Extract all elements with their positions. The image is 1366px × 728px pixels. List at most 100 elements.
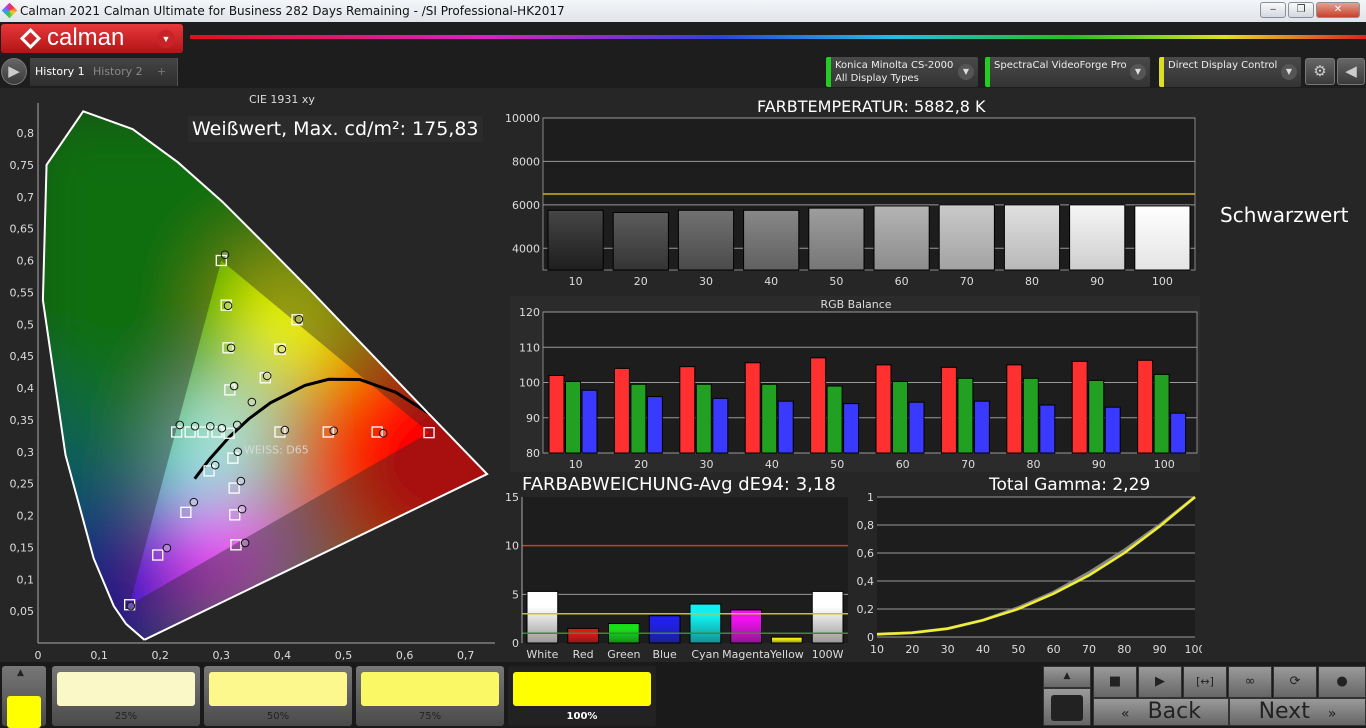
fit-icon[interactable]: [↔]	[1183, 666, 1227, 698]
swatch	[57, 672, 195, 706]
x-tick-label: 80	[1025, 275, 1039, 288]
x-tick-label: 10	[569, 275, 583, 288]
tab-history-2[interactable]: History 2	[88, 58, 149, 86]
x-tick-label: 0,3	[213, 649, 231, 662]
collapse-up-icon[interactable]: ▲	[1043, 666, 1091, 688]
swatch	[209, 672, 347, 706]
chevron-down-icon[interactable]: ▼	[157, 30, 175, 48]
rgb-balance-chart: RGB Balance 80 90 100 110 120 10 20 30 40 50 60 70 80…	[510, 296, 1200, 472]
rgb-bar	[1170, 412, 1187, 454]
chevron-down-icon[interactable]: ▼	[1281, 64, 1297, 80]
y-tick-label: 0,5	[17, 318, 35, 331]
rgb-bar	[744, 362, 761, 454]
black-level-label: Schwarzwert	[1220, 203, 1349, 227]
app-icon	[1, 2, 18, 19]
color-temperature-title: FARBTEMPERATUR: 5882,8 K	[753, 97, 990, 116]
play-icon[interactable]: ▶	[1138, 666, 1182, 698]
chevron-down-icon[interactable]: ▼	[958, 64, 974, 80]
patch-label: 100%	[566, 711, 598, 722]
rainbow-bar	[190, 35, 1366, 39]
logo-text: calman	[47, 24, 125, 51]
y-tick-label: 0,75	[10, 159, 35, 172]
minimize-button[interactable]: ‒	[1260, 2, 1286, 18]
temperature-bar	[612, 211, 669, 271]
patch-75[interactable]: 75%	[356, 666, 504, 726]
meter-name: Konica Minolta CS-2000	[835, 60, 954, 71]
rgb-bar	[1137, 359, 1154, 454]
next-icon: »	[1327, 706, 1337, 722]
measured-point	[226, 343, 236, 353]
delta-e-bar	[567, 627, 599, 644]
circle-icon[interactable]: ●	[1318, 666, 1366, 698]
x-tick-label: 0,1	[90, 649, 108, 662]
rgb-bar	[892, 380, 908, 454]
gear-icon[interactable]: ⚙	[1305, 58, 1335, 85]
pattern-source[interactable]: SpectraCal VideoForge Pro ▼	[985, 57, 1150, 87]
rgb-bar	[940, 366, 957, 454]
rgb-bar	[630, 383, 647, 454]
temperature-bar	[547, 209, 604, 271]
generator-name: SpectraCal VideoForge Pro	[994, 60, 1127, 71]
rgb-bar	[581, 389, 598, 454]
temperature-bar	[938, 204, 995, 271]
calman-menu-button[interactable]: calman ▼	[1, 24, 183, 53]
refresh-icon[interactable]: ⟳	[1273, 666, 1317, 698]
meter-mode: All Display Types	[835, 73, 919, 84]
restore-button[interactable]: ❐	[1288, 2, 1314, 18]
y-tick-label: 0,6	[17, 255, 35, 268]
current-patch[interactable]: ▲	[2, 666, 46, 728]
y-tick-label: 0,1	[17, 573, 35, 586]
y-tick-label: 0,4	[857, 575, 875, 588]
x-tick-label: 0,4	[274, 649, 292, 662]
rgb-bar	[712, 397, 729, 454]
delta-e-bar	[730, 609, 762, 644]
add-tab-button[interactable]: +	[146, 58, 178, 86]
temperature-bar	[1069, 204, 1126, 271]
measured-point	[223, 301, 233, 311]
rgb-bar	[565, 380, 581, 454]
patch-25[interactable]: 25%	[52, 666, 200, 726]
collapse-up-icon[interactable]: ▲	[17, 668, 24, 678]
chevron-left-icon[interactable]: ◀	[1337, 58, 1365, 85]
chevron-down-icon[interactable]: ▼	[1130, 64, 1146, 80]
delta-e-bar	[811, 590, 844, 644]
x-tick-label: 50	[1011, 643, 1025, 656]
back-button[interactable]: « Back	[1093, 698, 1229, 726]
measured-point	[206, 421, 215, 431]
color-temperature-chart: 4000 6000 8000 10000 10 20 30 40 50 60 70 80 90 100	[505, 112, 1196, 288]
chevron-right-icon[interactable]: ▶	[1, 58, 27, 85]
tab-row: ▶ History 1 History 2 + Konica Minolta C…	[0, 56, 1366, 88]
measured-point	[378, 428, 388, 438]
next-button[interactable]: Next »	[1229, 698, 1366, 726]
close-button[interactable]: ✕	[1316, 2, 1360, 18]
meter-source[interactable]: Konica Minolta CS-2000 All Display Types…	[826, 57, 978, 87]
cie-title: CIE 1931 xy	[249, 93, 315, 106]
y-tick-label: 0	[512, 637, 519, 650]
y-tick-label: 90	[526, 412, 540, 425]
x-tick-label: 60	[1047, 643, 1061, 656]
patch-100[interactable]: 100%	[508, 666, 656, 726]
rgb-bar	[1006, 364, 1023, 454]
temperature-bar	[1134, 205, 1191, 271]
stop-icon[interactable]: ■	[1093, 666, 1137, 698]
measured-point	[210, 460, 220, 470]
y-tick-label: 0,2	[17, 510, 35, 523]
tab-history-1[interactable]: History 1	[30, 58, 91, 86]
rgb-bar	[908, 401, 925, 454]
y-tick-label: 6000	[512, 199, 540, 212]
rgb-bar	[548, 374, 565, 454]
measured-point	[162, 543, 172, 553]
measured-point	[329, 426, 339, 436]
rgb-bar	[613, 367, 630, 454]
temperature-bar	[873, 205, 930, 271]
y-tick-label: 1	[867, 491, 874, 504]
display-preview-button[interactable]	[1043, 688, 1091, 726]
rgb-bar	[695, 383, 712, 454]
delta-e-bar	[526, 590, 559, 644]
y-tick-label: 0,7	[17, 191, 35, 204]
patch-50[interactable]: 50%	[204, 666, 352, 726]
x-tick-label: 0	[35, 649, 42, 662]
x-tick-label: 20	[905, 643, 919, 656]
loop-icon[interactable]: ∞	[1228, 666, 1272, 698]
display-source[interactable]: Direct Display Control ▼	[1159, 57, 1301, 87]
